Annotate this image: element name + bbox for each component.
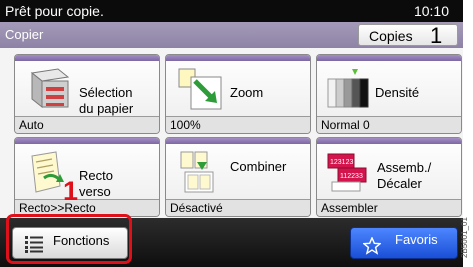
collate-offset-button[interactable]: 123123 112233 Assemb./ Décaler Assembler: [316, 137, 462, 217]
favorites-button[interactable]: Favoris: [350, 227, 458, 259]
status-message: Prêt pour copie.: [5, 3, 104, 19]
tile-label: Assemb./ Décaler: [377, 160, 432, 191]
tile-value: Désactivé: [166, 199, 310, 216]
favorites-label: Favoris: [395, 232, 438, 247]
svg-text:112233: 112233: [340, 173, 363, 180]
tile-header-bar: [15, 138, 159, 144]
callout-highlight: [6, 214, 132, 264]
tile-header-bar: [15, 55, 159, 61]
copies-count-field[interactable]: Copies 1: [358, 23, 458, 48]
tile-header-bar: [317, 138, 461, 144]
tile-label: Densité: [375, 85, 420, 100]
clock: 10:10: [413, 3, 449, 19]
tile-label: Sélection du papier: [79, 85, 134, 116]
page-title: Copier: [5, 27, 44, 42]
collate-icon: 123123 112233: [327, 153, 367, 192]
tile-header-bar: [166, 138, 310, 144]
tile-value: Normal 0: [317, 116, 461, 133]
star-icon: [363, 237, 381, 255]
paper-tray-icon: [30, 68, 70, 109]
figure-code: 2B5001_01: [460, 217, 469, 258]
tile-label: Zoom: [230, 85, 264, 100]
tile-header-bar: [166, 55, 310, 61]
combine-button[interactable]: Combiner Désactivé: [165, 137, 311, 217]
combine-icon: [180, 151, 214, 193]
density-icon: [327, 69, 369, 108]
zoom-icon: [178, 68, 222, 110]
zoom-button[interactable]: Zoom 100%: [165, 54, 311, 134]
paper-selection-button[interactable]: Sélection du papier Auto: [14, 54, 160, 134]
density-button[interactable]: Densité Normal 0: [316, 54, 462, 134]
tile-label: Recto verso: [79, 168, 113, 199]
status-bar: Prêt pour copie. 10:10: [0, 0, 463, 22]
callout-step-number: 1: [63, 176, 79, 206]
copies-value: 1: [430, 23, 443, 48]
tile-value: Assembler: [317, 199, 461, 216]
tile-header-bar: [317, 55, 461, 61]
svg-text:123123: 123123: [330, 159, 353, 166]
duplex-button[interactable]: Recto verso Recto>>Recto: [14, 137, 160, 217]
tile-value: 100%: [166, 116, 310, 133]
tile-label: Combiner: [230, 159, 287, 174]
copies-label: Copies: [369, 28, 413, 44]
tile-value: Auto: [15, 116, 159, 133]
header: Copier Copies 1: [0, 22, 463, 48]
